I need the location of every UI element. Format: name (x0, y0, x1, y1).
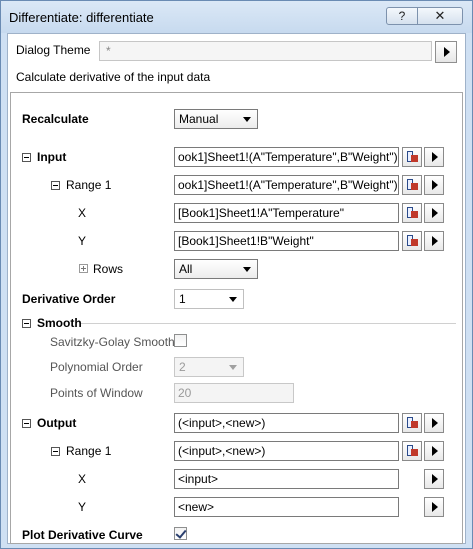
input-collapse-icon[interactable] (22, 153, 31, 162)
title-bar[interactable]: Differentiate: differentiate ? ✕ (1, 1, 472, 33)
output-range1-field[interactable]: (<input>,<new>) (174, 441, 399, 461)
settings-panel: Recalculate Manual Input ook1]Sheet1!(A"… (10, 92, 463, 544)
range-select-icon (411, 183, 418, 190)
recalculate-select[interactable]: Manual (174, 109, 258, 129)
input-y-label: Y (78, 234, 87, 248)
x-range-select-button[interactable] (402, 203, 422, 223)
input-field[interactable]: ook1]Sheet1!(A"Temperature",B"Weight") (174, 147, 399, 167)
derivative-order-select[interactable]: 1 (174, 289, 244, 309)
range-select-icon (411, 239, 418, 246)
points-of-window-field[interactable]: 20 (174, 383, 294, 403)
output-x-menu-button[interactable] (424, 469, 444, 489)
y-menu-button[interactable] (424, 231, 444, 251)
smooth-divider (81, 323, 456, 324)
dialog-theme-label: Dialog Theme (16, 43, 91, 57)
range-select-icon (411, 211, 418, 218)
output-range1-collapse-icon[interactable] (51, 447, 60, 456)
derivative-order-value: 1 (179, 292, 186, 306)
output-y-field[interactable]: <new> (174, 497, 399, 517)
recalculate-value: Manual (179, 112, 219, 126)
output-range1-range-select-button[interactable] (402, 441, 422, 461)
help-button[interactable]: ? (386, 7, 418, 25)
output-range-select-button[interactable] (402, 413, 422, 433)
plot-derivative-curve-label: Plot Derivative Curve (22, 528, 143, 542)
rows-select[interactable]: All (174, 259, 258, 279)
output-label: Output (37, 416, 77, 430)
rows-expand-icon[interactable] (79, 264, 88, 273)
output-x-field[interactable]: <input> (174, 469, 399, 489)
sg-smooth-label: Savitzky-Golay Smooth (50, 335, 175, 349)
input-range1-label: Range 1 (66, 178, 112, 192)
smooth-collapse-icon[interactable] (22, 319, 31, 328)
smooth-label: Smooth (37, 316, 82, 330)
input-y-field[interactable]: [Book1]Sheet1!B"Weight" (174, 231, 399, 251)
plot-derivative-curve-checkbox[interactable] (174, 527, 187, 540)
rows-label: Rows (93, 262, 124, 276)
input-range-select-button[interactable] (402, 147, 422, 167)
output-y-menu-button[interactable] (424, 497, 444, 517)
derivative-order-label: Derivative Order (22, 292, 116, 306)
range1-collapse-icon[interactable] (51, 181, 60, 190)
y-range-select-button[interactable] (402, 231, 422, 251)
output-range1-label: Range 1 (66, 444, 112, 458)
x-menu-button[interactable] (424, 203, 444, 223)
input-menu-button[interactable] (424, 147, 444, 167)
output-range1-menu-button[interactable] (424, 441, 444, 461)
polynomial-order-value: 2 (179, 360, 186, 374)
dropdown-icon (229, 365, 237, 370)
range-select-icon (411, 155, 418, 162)
dropdown-icon (229, 297, 237, 302)
output-x-label: X (78, 472, 87, 486)
dialog-theme-input[interactable]: * (99, 41, 432, 61)
sg-smooth-checkbox[interactable] (174, 334, 187, 347)
input-range1-field[interactable]: ook1]Sheet1!(A"Temperature",B"Weight") (174, 175, 399, 195)
theme-menu-button[interactable] (435, 41, 457, 63)
range-select-icon (411, 449, 418, 456)
dialog-description: Calculate derivative of the input data (16, 70, 211, 84)
polynomial-order-select[interactable]: 2 (174, 357, 244, 377)
output-y-label: Y (78, 500, 87, 514)
dialog-window: Differentiate: differentiate ? ✕ Dialog … (0, 0, 473, 549)
input-x-label: X (78, 206, 87, 220)
output-menu-button[interactable] (424, 413, 444, 433)
input-label: Input (37, 150, 67, 164)
range-select-icon (411, 421, 418, 428)
dropdown-icon (243, 117, 251, 122)
range1-range-select-button[interactable] (402, 175, 422, 195)
close-button[interactable]: ✕ (417, 7, 463, 25)
input-x-field[interactable]: [Book1]Sheet1!A"Temperature" (174, 203, 399, 223)
dropdown-icon (243, 267, 251, 272)
window-title: Differentiate: differentiate (9, 10, 154, 25)
rows-value: All (179, 262, 193, 276)
output-collapse-icon[interactable] (22, 419, 31, 428)
range1-menu-button[interactable] (424, 175, 444, 195)
output-field[interactable]: (<input>,<new>) (174, 413, 399, 433)
recalculate-label: Recalculate (22, 112, 89, 126)
dialog-body: Dialog Theme * Calculate derivative of t… (7, 33, 466, 544)
points-of-window-label: Points of Window (50, 386, 143, 400)
polynomial-order-label: Polynomial Order (50, 360, 143, 374)
